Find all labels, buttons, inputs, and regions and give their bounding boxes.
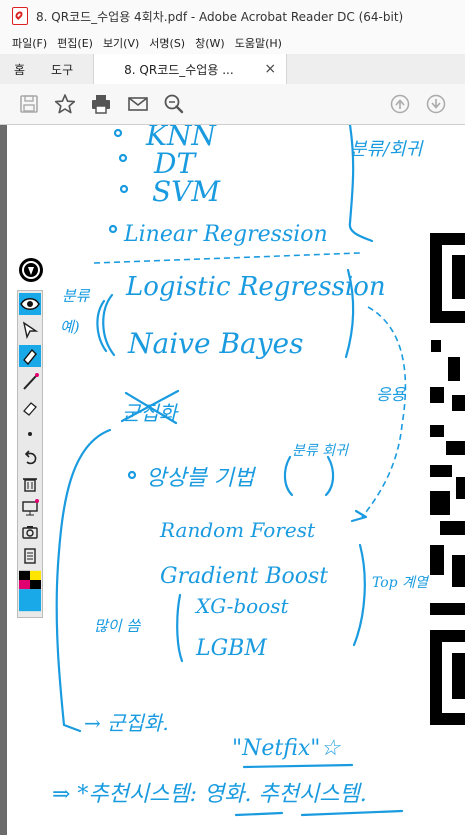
eraser-icon[interactable]	[19, 397, 41, 419]
item-naive-bayes: Naive Bayes	[127, 327, 303, 360]
window-title: 8. QR코드_수업용 4회차.pdf - Adobe Acrobat Read…	[36, 9, 404, 24]
tab-home[interactable]: 홈	[0, 54, 37, 84]
ensemble-method: 앙상블 기법	[146, 466, 257, 491]
camera-icon[interactable]	[19, 521, 41, 543]
menu-edit[interactable]: 편집(E)	[52, 35, 98, 51]
palette-body	[17, 290, 43, 618]
item-lgbm: LGBM	[195, 636, 267, 661]
pen-logo-icon[interactable]	[19, 258, 43, 282]
menu-sign[interactable]: 서명(S)	[144, 35, 190, 51]
color-swatch-icon[interactable]	[19, 569, 41, 613]
menu-file[interactable]: 파일(F)	[0, 35, 52, 51]
label-example: 예)	[60, 318, 80, 336]
note-classification-regression: 분류/회귀	[350, 139, 425, 160]
menu-window[interactable]: 창(W)	[190, 35, 230, 51]
close-icon[interactable]: ×	[264, 61, 276, 77]
ensemble-note: 분류 회귀	[292, 443, 350, 459]
page-down-icon[interactable]	[425, 93, 447, 115]
list-top: KNN DT SVM Linear Regression	[108, 125, 328, 247]
item-svm: SVM	[152, 175, 221, 208]
note-application: 응용	[376, 385, 407, 404]
menu-help[interactable]: 도움말(H)	[230, 35, 287, 51]
tab-tools[interactable]: 도구	[37, 54, 87, 84]
menu-bar: 파일(F) 편집(E) 보기(V) 서명(S) 창(W) 도움말(H)	[0, 32, 465, 54]
clustering: → 군집화.	[84, 711, 169, 735]
note-top: Top 계열	[372, 575, 430, 591]
annotation-palette	[17, 258, 43, 618]
note-many-used: 많이 씀	[94, 617, 141, 635]
select-arrow-icon[interactable]	[19, 319, 41, 341]
left-panel-edge	[0, 125, 7, 835]
toolbar	[0, 84, 465, 125]
arrow-random-forest: Random Forest	[159, 518, 316, 542]
recommendation-system: ⇒ *추천시스템: 영화. 추천시스템.	[52, 782, 367, 807]
notes-icon[interactable]	[19, 545, 41, 567]
save-icon[interactable]	[18, 93, 40, 115]
bookmark-star-icon[interactable]	[54, 93, 76, 115]
qr-code-fragment	[430, 233, 465, 725]
tab-document-label: 8. QR코드_수업용 ...	[124, 62, 234, 77]
dot-icon[interactable]	[19, 423, 41, 445]
acrobat-app-icon	[12, 7, 28, 25]
item-xgboost: XG-boost	[194, 594, 289, 618]
screen-icon[interactable]	[19, 497, 41, 519]
print-icon[interactable]	[90, 93, 112, 115]
arrow-gradient-boost: Gradient Boost	[160, 564, 328, 589]
page-up-icon[interactable]	[389, 93, 411, 115]
title-bar: 8. QR코드_수업용 4회차.pdf - Adobe Acrobat Read…	[0, 0, 465, 33]
item-linear-regression: Linear Regression	[123, 222, 328, 247]
trash-icon[interactable]	[19, 473, 41, 495]
netflix: "Netfix"☆	[232, 736, 341, 761]
item-logistic-regression: Logistic Regression	[125, 272, 386, 302]
handwriting-canvas: KNN DT SVM Linear Regression 분류/회귀 분류 예)…	[52, 125, 465, 817]
highlighter-icon[interactable]	[19, 345, 41, 367]
tab-document[interactable]: 8. QR코드_수업용 ... ×	[93, 54, 288, 84]
eye-icon[interactable]	[19, 293, 41, 315]
document-page[interactable]: KNN DT SVM Linear Regression 분류/회귀 분류 예)…	[0, 125, 465, 835]
tab-bar: 홈 도구 8. QR코드_수업용 ... ×	[0, 54, 465, 85]
menu-view[interactable]: 보기(V)	[98, 35, 144, 51]
pen-icon[interactable]	[19, 371, 41, 393]
zoom-search-icon[interactable]	[163, 93, 185, 115]
email-icon[interactable]	[127, 93, 149, 115]
label-classification: 분류	[62, 287, 91, 305]
undo-icon[interactable]	[19, 447, 41, 469]
